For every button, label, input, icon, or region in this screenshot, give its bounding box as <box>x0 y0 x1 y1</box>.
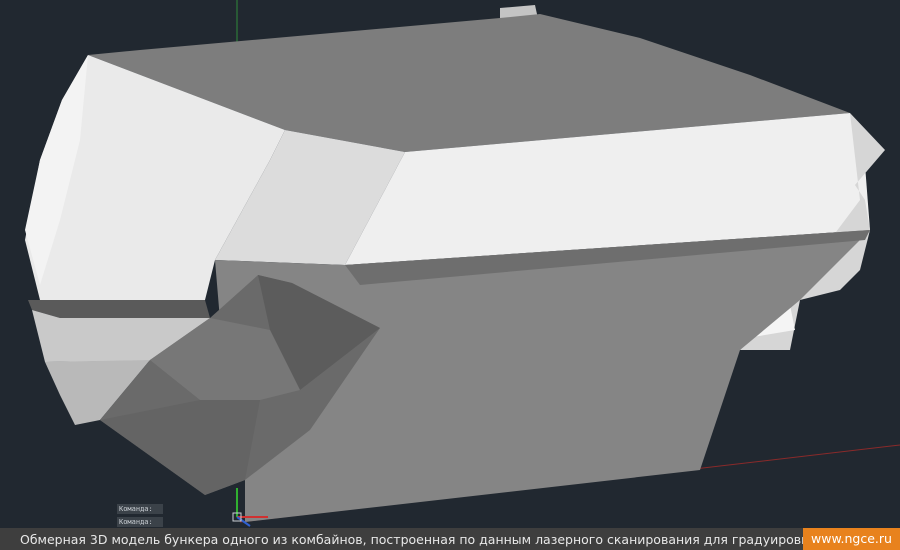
image-caption: Обмерная 3D модель бункера одного из ком… <box>20 531 803 547</box>
bunker-3d-model <box>25 0 900 527</box>
command-prompt-line-1[interactable]: Команда: <box>117 504 163 514</box>
caption-bar: Обмерная 3D модель бункера одного из ком… <box>0 528 900 550</box>
ledge-dark-strip <box>28 300 210 318</box>
site-link[interactable]: www.ngce.ru <box>803 528 900 550</box>
3d-viewport[interactable]: Команда: Команда: <box>0 0 900 528</box>
command-prompt-line-2[interactable]: Команда: <box>117 517 163 527</box>
